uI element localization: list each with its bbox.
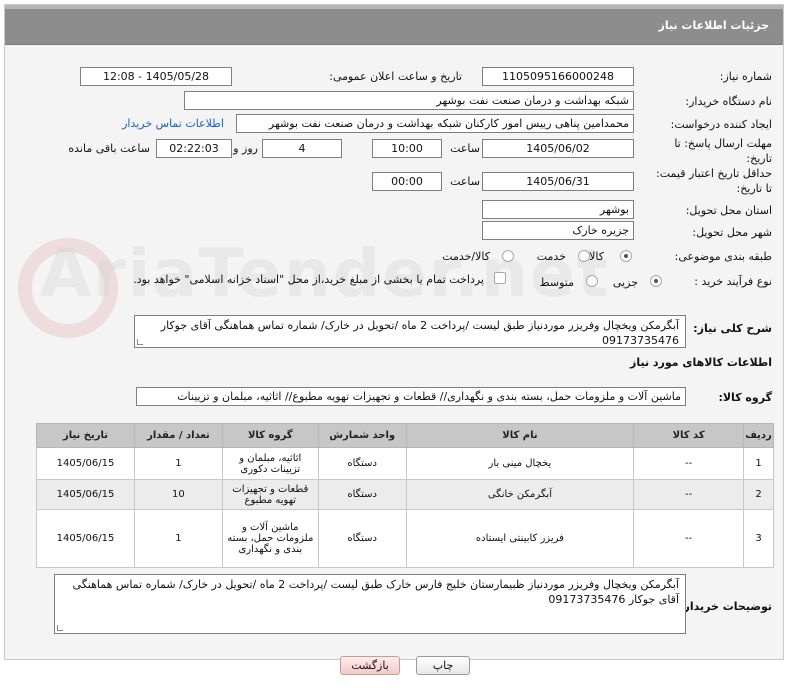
creator-label: ایجاد کننده درخواست: — [670, 118, 772, 131]
table-row: 3 -- فریزر کابینتی ایستاده دستگاه ماشین … — [36, 509, 774, 568]
goods-group-field: ماشین آلات و ملزومات حمل، بسته بندی و نگ… — [136, 387, 686, 406]
cell-group: ماشین آلات و ملزومات حمل، بسته بندی و نگ… — [221, 509, 319, 568]
category-label: طبقه بندی موضوعی: — [674, 250, 772, 263]
print-button[interactable]: چاپ — [416, 656, 470, 675]
category-goods-label: کالا — [589, 250, 604, 263]
cell-row-number: 2 — [743, 479, 774, 510]
category-service-radio[interactable] — [578, 250, 590, 262]
treasury-payment-note: پرداخت تمام یا بخشی از مبلغ خرید،از محل … — [133, 273, 484, 286]
description-text: آبگرمکن ویخچال وفریزر موردنیاز طبق لیست … — [160, 319, 679, 347]
cell-need-date: 1405/06/15 — [36, 447, 135, 480]
table-row: 2 -- آبگرمکن خانگی دستگاه قطعات و تجهیزا… — [36, 479, 774, 510]
header-quantity: تعداد / مقدار — [133, 423, 223, 448]
cell-code: -- — [633, 509, 745, 568]
announce-date-field: 1405/05/28 - 12:08 — [80, 67, 232, 86]
header-need-date: تاریخ نیاز — [36, 423, 135, 448]
description-label: شرح کلی نیاز: — [693, 322, 772, 335]
cell-quantity: 10 — [133, 479, 223, 510]
days-remaining-field: 4 — [262, 139, 342, 158]
cell-quantity: 1 — [133, 447, 223, 480]
process-minor-label: جزیی — [612, 276, 638, 289]
resize-handle-icon[interactable] — [57, 625, 63, 631]
panel-title: جزئیات اطلاعات نیاز — [658, 19, 770, 32]
cell-group: قطعات و تجهیزات تهویه مطبوع — [221, 479, 319, 510]
buyer-org-field: شبکه بهداشت و درمان صنعت نفت بوشهر — [184, 91, 634, 110]
remaining-time-field: 02:22:03 — [156, 139, 232, 158]
goods-group-label: گروه کالا: — [718, 391, 772, 404]
goods-info-title: اطلاعات کالاهای مورد نیاز — [630, 356, 772, 369]
cell-code: -- — [633, 479, 745, 510]
process-label: نوع فرآیند خرید : — [694, 275, 772, 288]
need-number-label: شماره نیاز: — [719, 70, 772, 83]
resize-handle-icon[interactable] — [137, 339, 143, 345]
reply-time-label: ساعت — [450, 142, 480, 155]
creator-field: محمدامین پناهی رییس امور کارکنان شبکه به… — [236, 114, 634, 133]
category-goods-service-label: کالا/خدمت — [442, 250, 490, 263]
reply-deadline-label: مهلت ارسال پاسخ: تا — [674, 137, 772, 150]
cell-name: فریزر کابینتی ایستاده — [405, 509, 635, 568]
cell-code: -- — [633, 447, 745, 480]
cell-unit: دستگاه — [317, 447, 407, 480]
price-validity-label-2: تا تاریخ: — [736, 182, 772, 195]
category-goods-service-radio[interactable] — [502, 250, 514, 262]
table-header-row: ردیف کد کالا نام کالا واحد شمارش گروه کا… — [36, 423, 774, 448]
process-medium-radio[interactable] — [586, 275, 598, 287]
city-field: جزیره خارک — [482, 221, 634, 240]
buyer-notes-textarea[interactable]: آبگرمکن ویخچال وفریزر موردنیاز ظبیمارستا… — [54, 574, 686, 634]
cell-row-number: 1 — [743, 447, 774, 480]
header-code: کد کالا — [633, 423, 745, 448]
price-validity-label: حداقل تاریخ اعتبار قیمت: — [656, 167, 772, 180]
days-label: روز و — [233, 142, 258, 155]
city-label: شهر محل تحویل: — [692, 226, 772, 239]
buyer-notes-text: آبگرمکن ویخچال وفریزر موردنیاز ظبیمارستا… — [72, 578, 679, 606]
goods-table: ردیف کد کالا نام کالا واحد شمارش گروه کا… — [36, 423, 774, 568]
cell-need-date: 1405/06/15 — [36, 479, 135, 510]
province-field: بوشهر — [482, 200, 634, 219]
process-medium-label: متوسط — [539, 276, 574, 289]
province-label: استان محل تحویل: — [685, 204, 772, 217]
contact-info-link[interactable]: اطلاعات تماس خریدار — [122, 117, 224, 130]
cell-group: اثاثیه، مبلمان و تزیینات دکوری — [221, 447, 319, 480]
cell-row-number: 3 — [743, 509, 774, 568]
process-minor-radio[interactable] — [650, 275, 662, 287]
validity-date-field: 1405/06/31 — [482, 172, 634, 191]
back-button[interactable]: بازگشت — [340, 656, 400, 675]
cell-need-date: 1405/06/15 — [36, 509, 135, 568]
reply-deadline-label-2: تاریخ: — [746, 152, 772, 165]
reply-time-field: 10:00 — [372, 139, 442, 158]
cell-quantity: 1 — [133, 509, 223, 568]
cell-unit: دستگاه — [317, 479, 407, 510]
table-row: 1 -- یخچال مینی بار دستگاه اثاثیه، مبلما… — [36, 447, 774, 480]
header-row-number: ردیف — [743, 423, 774, 448]
cell-name: یخچال مینی بار — [405, 447, 635, 480]
header-group: گروه کالا — [221, 423, 319, 448]
cell-unit: دستگاه — [317, 509, 407, 568]
cell-name: آبگرمکن خانگی — [405, 479, 635, 510]
panel-header: جزئیات اطلاعات نیاز — [5, 5, 783, 45]
treasury-payment-checkbox[interactable] — [494, 272, 506, 284]
category-service-label: خدمت — [536, 250, 566, 263]
announce-label: تاریخ و ساعت اعلان عمومی: — [329, 70, 462, 83]
buyer-notes-label: توضیحات خریدار: — [679, 600, 772, 613]
reply-date-field: 1405/06/02 — [482, 139, 634, 158]
category-goods-radio[interactable] — [620, 250, 632, 262]
remaining-time-label: ساعت باقی مانده — [68, 142, 150, 155]
description-textarea[interactable]: آبگرمکن ویخچال وفریزر موردنیاز طبق لیست … — [134, 315, 686, 348]
need-number-field: 1105095166000248 — [482, 67, 634, 86]
buyer-org-label: نام دستگاه خریدار: — [685, 95, 772, 108]
header-name: نام کالا — [405, 423, 635, 448]
header-unit: واحد شمارش — [317, 423, 407, 448]
validity-time-field: 00:00 — [372, 172, 442, 191]
validity-time-label: ساعت — [450, 175, 480, 188]
